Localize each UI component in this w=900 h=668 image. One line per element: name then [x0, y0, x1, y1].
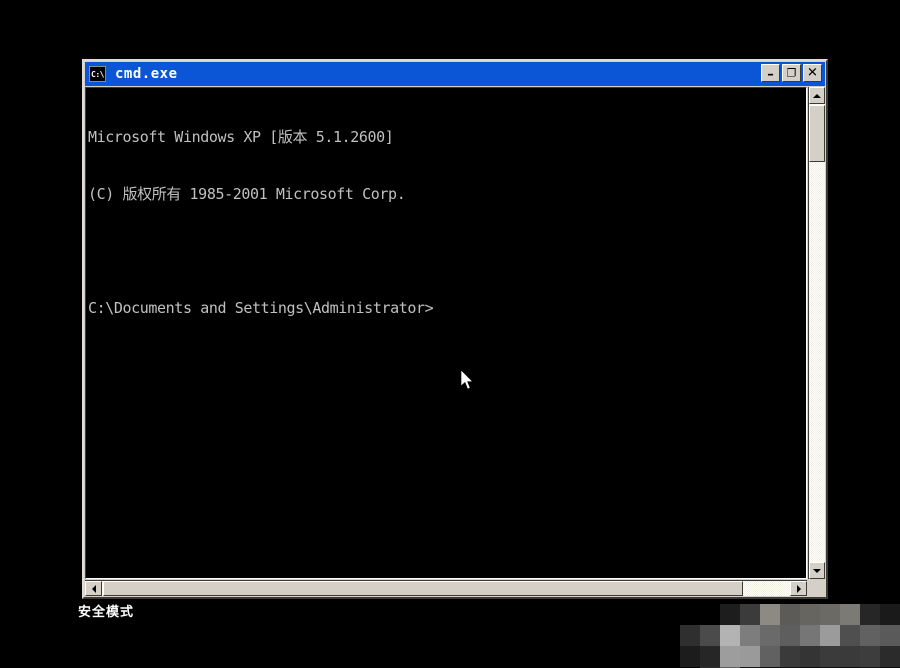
- mosaic-cell: [860, 604, 880, 625]
- mosaic-cell: [680, 625, 700, 646]
- mosaic-row: [680, 625, 900, 646]
- window-title: cmd.exe: [115, 66, 178, 82]
- mosaic-cell: [720, 625, 740, 646]
- arrow-right-icon: [796, 584, 801, 593]
- mosaic-cell: [720, 646, 740, 667]
- mosaic-cell: [780, 646, 800, 667]
- window-title-bar[interactable]: C:\ cmd.exe – ❐ ✕: [85, 62, 825, 86]
- scroll-up-button[interactable]: [809, 87, 825, 104]
- cmd-window[interactable]: C:\ cmd.exe – ❐ ✕ Microsoft Windows XP […: [82, 59, 828, 599]
- mosaic-row: [680, 604, 900, 625]
- mosaic-cell: [760, 646, 780, 667]
- close-icon: ✕: [807, 65, 818, 81]
- mosaic-cell: [880, 646, 900, 667]
- mosaic-cell: [680, 646, 700, 667]
- mosaic-cell: [820, 625, 840, 646]
- pixelated-redaction-block: [680, 604, 900, 668]
- mosaic-cell: [820, 604, 840, 625]
- safe-mode-watermark: 安全模式: [78, 605, 135, 620]
- mosaic-cell: [800, 625, 820, 646]
- scroll-right-button[interactable]: [790, 581, 807, 596]
- restore-icon: ❐: [786, 66, 797, 80]
- mosaic-cell: [800, 646, 820, 667]
- mosaic-cell: [720, 604, 740, 625]
- horizontal-scrollbar-thumb[interactable]: [103, 581, 743, 596]
- arrow-left-icon: [91, 584, 96, 593]
- console-output-area[interactable]: Microsoft Windows XP [版本 5.1.2600] (C) 版…: [85, 87, 807, 579]
- mosaic-cell: [760, 625, 780, 646]
- mosaic-cell: [860, 646, 880, 667]
- window-controls: – ❐ ✕: [761, 64, 822, 82]
- mosaic-cell: [840, 646, 860, 667]
- mosaic-cell: [880, 625, 900, 646]
- desktop-background: C:\ cmd.exe – ❐ ✕ Microsoft Windows XP […: [0, 0, 900, 668]
- mosaic-cell: [820, 646, 840, 667]
- command-prompt-icon: C:\: [89, 66, 106, 82]
- mosaic-cell: [880, 604, 900, 625]
- mosaic-cell: [760, 604, 780, 625]
- mosaic-cell: [700, 646, 720, 667]
- vertical-scrollbar[interactable]: [808, 87, 825, 579]
- horizontal-scrollbar[interactable]: [85, 580, 807, 596]
- arrow-down-icon: [813, 568, 821, 573]
- arrow-up-icon: [813, 93, 821, 98]
- console-prompt-line: C:\Documents and Settings\Administrator>: [88, 299, 434, 317]
- mosaic-cell: [780, 604, 800, 625]
- mouse-cursor-arrow: [461, 370, 474, 390]
- mosaic-cell: [740, 625, 760, 646]
- mosaic-cell: [740, 646, 760, 667]
- mosaic-cell: [740, 604, 760, 625]
- scroll-down-button[interactable]: [809, 562, 825, 579]
- console-line: (C) 版权所有 1985-2001 Microsoft Corp.: [88, 185, 406, 203]
- mosaic-cell: [780, 625, 800, 646]
- mosaic-cell: [680, 604, 700, 625]
- mosaic-cell: [860, 625, 880, 646]
- mosaic-cell: [840, 625, 860, 646]
- mosaic-cell: [700, 604, 720, 625]
- scroll-left-button[interactable]: [85, 581, 102, 596]
- mosaic-cell: [800, 604, 820, 625]
- mosaic-cell: [700, 625, 720, 646]
- scrollbar-corner: [808, 580, 825, 596]
- vertical-scrollbar-thumb[interactable]: [809, 105, 825, 162]
- minimize-icon: –: [767, 67, 774, 83]
- restore-button[interactable]: ❐: [782, 64, 801, 82]
- window-client-area: Microsoft Windows XP [版本 5.1.2600] (C) 版…: [85, 87, 825, 596]
- console-text: Microsoft Windows XP [版本 5.1.2600] (C) 版…: [88, 90, 434, 356]
- close-button[interactable]: ✕: [803, 64, 822, 82]
- minimize-button[interactable]: –: [761, 64, 780, 82]
- mosaic-cell: [840, 604, 860, 625]
- mosaic-row: [680, 646, 900, 667]
- console-line: Microsoft Windows XP [版本 5.1.2600]: [88, 128, 394, 146]
